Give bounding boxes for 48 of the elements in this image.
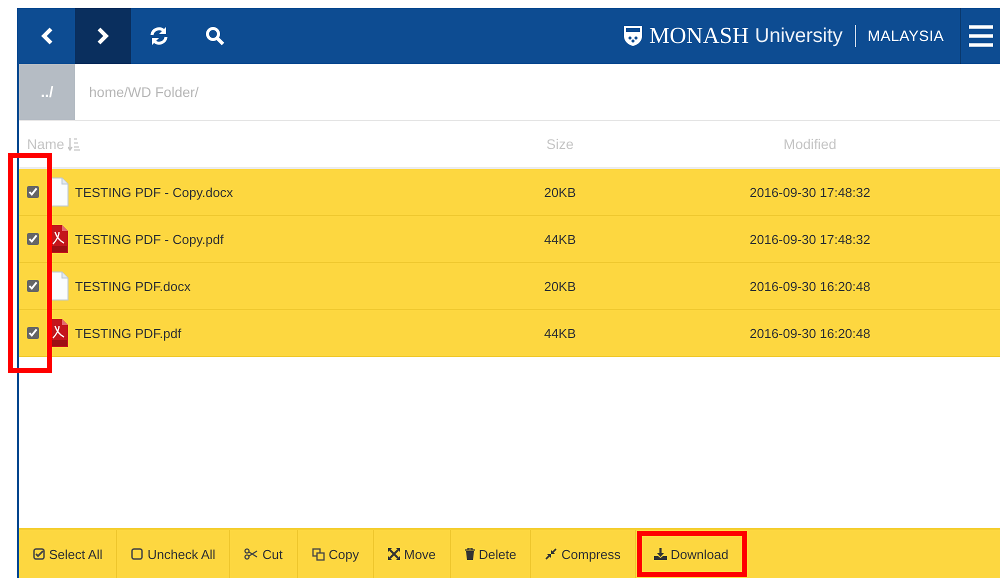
download-icon [654, 548, 667, 560]
trash-icon [464, 548, 475, 560]
file-size: 20KB [543, 278, 577, 294]
modified-date: 2016-09-30 16:20:48 [748, 326, 872, 340]
menu-icon [968, 25, 992, 47]
file-size: 44KB [543, 232, 577, 246]
file-name: TESTING PDF.pdf [75, 326, 182, 340]
file-name: TESTING PDF - Copy.docx [75, 184, 233, 200]
cut-button[interactable]: Cut [230, 530, 298, 578]
arrows-icon [388, 548, 400, 560]
download-button[interactable]: Download [636, 530, 748, 578]
current-path: home/WD Folder/ [88, 84, 199, 100]
row-checkbox[interactable] [27, 233, 39, 245]
row-checkbox[interactable] [27, 327, 39, 339]
scissors-icon [244, 548, 258, 560]
row-checkbox[interactable] [27, 186, 39, 198]
checked-box-icon [33, 548, 45, 560]
forward-icon [96, 27, 110, 45]
file-size: 44KB [543, 326, 577, 340]
sort-icon [68, 137, 80, 151]
file-name: TESTING PDF.docx [75, 278, 191, 294]
shield-icon [623, 25, 644, 47]
empty-box-icon [131, 548, 144, 560]
file-size: 20KB [543, 184, 577, 200]
file-row[interactable]: TESTING PDF.docx 20KB 2016-09-30 16:20:48 [19, 263, 1000, 310]
search-icon [205, 26, 225, 46]
uncheck-all-button[interactable]: Uncheck All [117, 530, 230, 578]
campus-label: MALAYSIA [868, 28, 944, 44]
copy-button[interactable]: Copy [298, 530, 374, 578]
modified-date: 2016-09-30 16:20:48 [748, 278, 872, 294]
file-row[interactable]: TESTING PDF - Copy.docx 20KB 2016-09-30 17:48:32 [19, 169, 1000, 216]
file-row[interactable]: TESTING PDF.pdf 44KB 2016-09-30 16:20:48 [19, 310, 1000, 357]
move-button[interactable]: Move [374, 530, 451, 578]
file-name: TESTING PDF - Copy.pdf [75, 232, 224, 246]
compress-icon [545, 548, 558, 560]
delete-button[interactable]: Delete [450, 530, 532, 578]
copy-icon [312, 548, 325, 560]
select-all-button[interactable]: Select All [19, 530, 118, 578]
logo-subtitle: University [754, 24, 843, 48]
back-icon [40, 27, 54, 45]
compress-button[interactable]: Compress [531, 530, 636, 578]
refresh-icon [149, 26, 169, 46]
row-checkbox[interactable] [27, 280, 39, 292]
logo-wordmark: MONASH [649, 23, 749, 49]
modified-date: 2016-09-30 17:48:32 [748, 184, 872, 200]
file-row[interactable]: TESTING PDF - Copy.pdf 44KB 2016-09-30 17:48:32 [19, 216, 1000, 263]
modified-date: 2016-09-30 17:48:32 [748, 232, 872, 246]
forward-button[interactable] [75, 8, 131, 64]
